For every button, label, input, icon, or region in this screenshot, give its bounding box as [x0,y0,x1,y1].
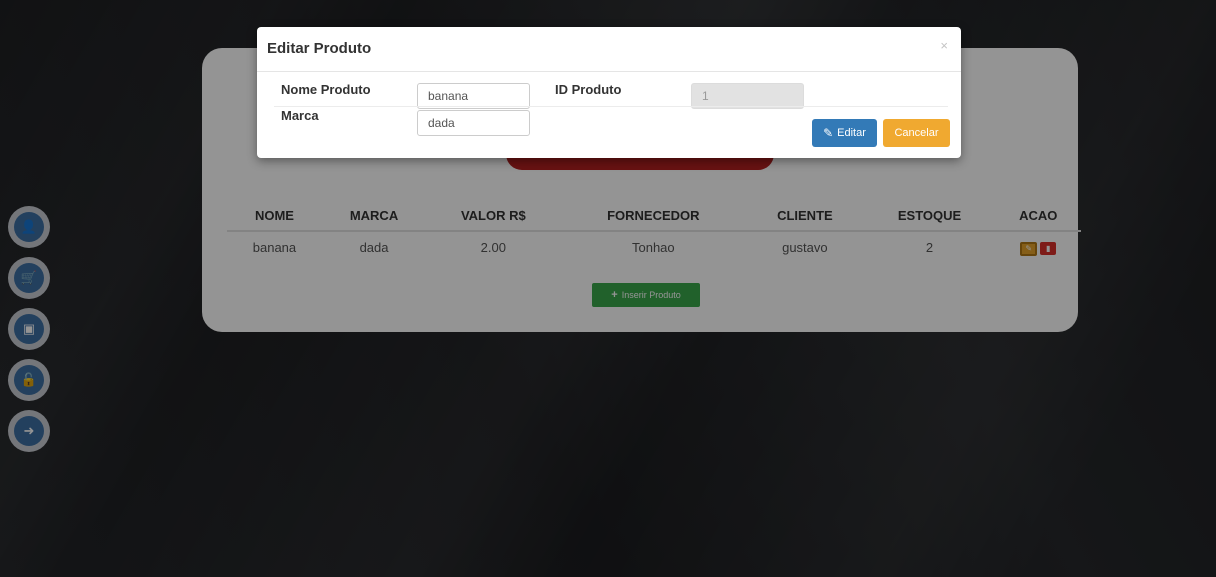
marca-input[interactable]: dada [417,110,530,136]
nome-produto-label: Nome Produto [281,82,371,97]
marca-label: Marca [281,108,319,123]
modal-title: Editar Produto [267,40,372,57]
id-produto-label: ID Produto [555,82,622,97]
close-icon[interactable]: × [940,38,948,53]
editar-label: Editar [837,127,866,139]
editar-button[interactable]: ✎ Editar [812,119,877,147]
form-divider [274,106,948,107]
modal-header: Editar Produto × [257,27,961,72]
cancelar-button[interactable]: Cancelar [883,119,950,147]
edit-icon: ✎ [823,126,834,140]
edit-product-modal: Editar Produto × Nome Produto banana ID … [257,27,961,158]
cancelar-label: Cancelar [894,127,939,139]
